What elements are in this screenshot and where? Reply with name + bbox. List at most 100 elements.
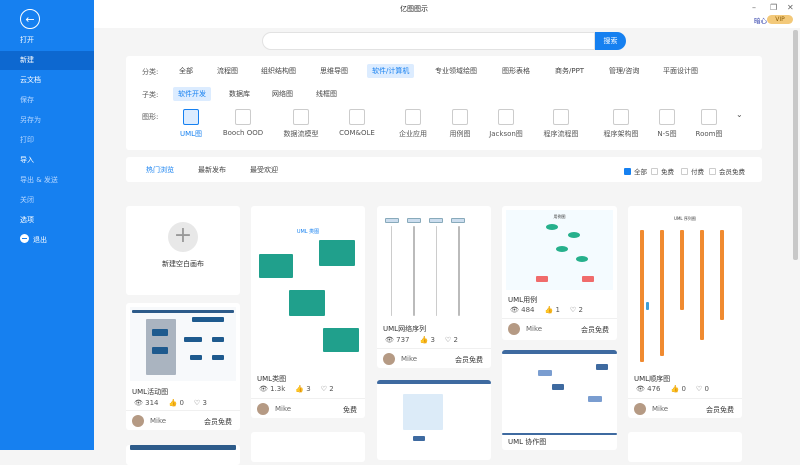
sidebar-item-close[interactable]: 关闭 <box>0 191 94 210</box>
template-card[interactable] <box>628 432 742 462</box>
price-label: 会员免费 <box>204 418 232 426</box>
shape-booch[interactable]: Booch OOD <box>218 109 268 137</box>
chevron-down-icon[interactable]: ⌄ <box>736 110 743 119</box>
subcategory-label: 子类: <box>142 91 159 99</box>
subcategory-network[interactable]: 网络图 <box>267 87 298 101</box>
back-button[interactable]: ← <box>20 9 40 29</box>
category-professional[interactable]: 专业领域绘图 <box>430 64 482 78</box>
template-card[interactable]: UML 类图 UML类图 👁 1.3k 👍 3 ♡ 2 Mike 免费 <box>251 206 365 418</box>
program-flow-icon <box>553 109 569 125</box>
likes-count[interactable]: 👍 3 <box>420 336 435 344</box>
shape-usecase[interactable]: 用例图 <box>435 109 485 139</box>
author-name[interactable]: Mike <box>401 355 417 363</box>
shape-program-arch[interactable]: 程序架构图 <box>596 109 646 139</box>
template-title: UML用例 <box>508 296 538 304</box>
sidebar: ← 打开 新建 云文档 保存 另存为 打印 导入 导出 & 发送 关闭 选项 退… <box>0 0 94 450</box>
thumbnail-title: 用例图 <box>553 214 566 219</box>
template-card[interactable] <box>377 380 491 460</box>
shape-program-flow[interactable]: 程序流程图 <box>536 109 586 139</box>
subcategory-database[interactable]: 数据库 <box>224 87 255 101</box>
price-label: 会员免费 <box>581 326 609 334</box>
favorites-count[interactable]: ♡ 0 <box>696 385 709 393</box>
search-button[interactable]: 搜索 <box>595 32 626 50</box>
arrow-left-icon: ← <box>25 12 35 26</box>
sidebar-item-cloud[interactable]: 云文档 <box>0 71 94 90</box>
heart-label[interactable]: 暗心 <box>754 15 767 25</box>
price-label: 会员免费 <box>706 406 734 414</box>
restore-button[interactable]: ❐ <box>770 3 777 12</box>
template-card[interactable]: UML活动图 👁 314 👍 0 ♡ 3 Mike 会员免费 <box>126 303 240 430</box>
template-thumbnail <box>130 307 236 381</box>
template-card[interactable] <box>251 432 365 462</box>
likes-count[interactable]: 👍 0 <box>671 385 686 393</box>
tab-favorite[interactable]: 最受欢迎 <box>250 165 278 175</box>
avatar <box>257 403 269 415</box>
sidebar-item-options[interactable]: 选项 <box>0 211 94 230</box>
subcategory-software-dev[interactable]: 软件开发 <box>173 87 211 101</box>
tab-latest[interactable]: 最新发布 <box>198 165 226 175</box>
sidebar-item-open[interactable]: 打开 <box>0 31 94 50</box>
sidebar-item-save-as[interactable]: 另存为 <box>0 111 94 130</box>
sidebar-item-new[interactable]: 新建 <box>0 51 94 70</box>
favorites-count[interactable]: ♡ 2 <box>570 306 583 314</box>
filter-all-checkbox[interactable]: 全部 <box>624 166 647 176</box>
filter-paid-checkbox[interactable]: 付费 <box>681 166 704 176</box>
template-card[interactable]: UML 序列图 UML顺序图 👁 476 👍 0 ♡ 0 Mike 会员免费 <box>628 206 742 418</box>
author-name[interactable]: Mike <box>652 405 668 413</box>
template-title: UML网络序列 <box>383 325 427 333</box>
sidebar-item-exit[interactable]: 退出 <box>0 231 94 250</box>
vip-badge[interactable]: VIP <box>767 15 793 24</box>
sidebar-item-export[interactable]: 导出 & 发送 <box>0 171 94 190</box>
template-card[interactable]: UML网络序列 👁 737 👍 3 ♡ 2 Mike 会员免费 <box>377 206 491 368</box>
author-name[interactable]: Mike <box>275 405 291 413</box>
new-blank-canvas-card[interactable]: + 新建空白画布 <box>126 206 240 295</box>
minimize-button[interactable]: – <box>752 3 756 12</box>
sidebar-item-import[interactable]: 导入 <box>0 151 94 170</box>
author-name[interactable]: Mike <box>526 325 542 333</box>
filter-free-checkbox[interactable]: 免费 <box>651 166 674 176</box>
favorites-count[interactable]: ♡ 2 <box>321 385 334 393</box>
search-input[interactable] <box>262 32 595 50</box>
category-mindmap[interactable]: 思维导图 <box>315 64 353 78</box>
category-management[interactable]: 管理/咨询 <box>604 64 644 78</box>
ns-icon <box>659 109 675 125</box>
category-all[interactable]: 全部 <box>174 64 198 78</box>
shape-label-text: 程序架构图 <box>603 130 639 138</box>
filter-member-free-checkbox[interactable]: 会员免费 <box>709 166 745 176</box>
avatar <box>508 323 520 335</box>
category-flowchart[interactable]: 流程图 <box>212 64 243 78</box>
com-ole-icon <box>349 109 365 125</box>
shape-uml[interactable]: UML图 <box>166 109 216 139</box>
category-graphic[interactable]: 平面设计图 <box>658 64 703 78</box>
template-card[interactable]: 用例图 UML用例 👁 484 👍 1 ♡ 2 Mike 会员免费 <box>502 206 617 340</box>
shape-dataflow[interactable]: 数据流模型 <box>276 109 326 139</box>
likes-count[interactable]: 👍 3 <box>295 385 310 393</box>
shape-room[interactable]: Room图 <box>684 109 734 139</box>
shape-com-ole[interactable]: COM&OLE <box>332 109 382 137</box>
author-name[interactable]: Mike <box>150 417 166 425</box>
template-title: UML活动图 <box>132 388 169 396</box>
sidebar-item-save[interactable]: 保存 <box>0 91 94 110</box>
template-card[interactable]: UML 协作图 <box>502 350 617 450</box>
template-stats: 👁 484 👍 1 ♡ 2 <box>510 306 593 314</box>
category-tables[interactable]: 图形表格 <box>497 64 535 78</box>
category-software[interactable]: 软件/计算机 <box>367 64 415 78</box>
template-card[interactable] <box>126 445 240 465</box>
tab-popular[interactable]: 热门浏览 <box>146 165 174 175</box>
likes-count[interactable]: 👍 1 <box>545 306 560 314</box>
close-button[interactable]: ✕ <box>787 3 794 12</box>
favorites-count[interactable]: ♡ 2 <box>445 336 458 344</box>
template-stats: 👁 1.3k 👍 3 ♡ 2 <box>259 385 344 393</box>
scrollbar[interactable] <box>793 30 798 260</box>
avatar <box>383 353 395 365</box>
likes-count[interactable]: 👍 0 <box>169 399 184 407</box>
shape-enterprise[interactable]: 企业应用 <box>388 109 438 139</box>
shape-jackson[interactable]: Jackson图 <box>481 109 531 139</box>
sidebar-item-print[interactable]: 打印 <box>0 131 94 150</box>
category-business[interactable]: 商务/PPT <box>550 64 589 78</box>
subcategory-wireframe[interactable]: 线框图 <box>311 87 342 101</box>
favorites-count[interactable]: ♡ 3 <box>194 399 207 407</box>
views-count: 👁 314 <box>134 399 159 407</box>
window-title: 亿图图示 <box>400 5 428 13</box>
category-org[interactable]: 组织结构图 <box>256 64 301 78</box>
